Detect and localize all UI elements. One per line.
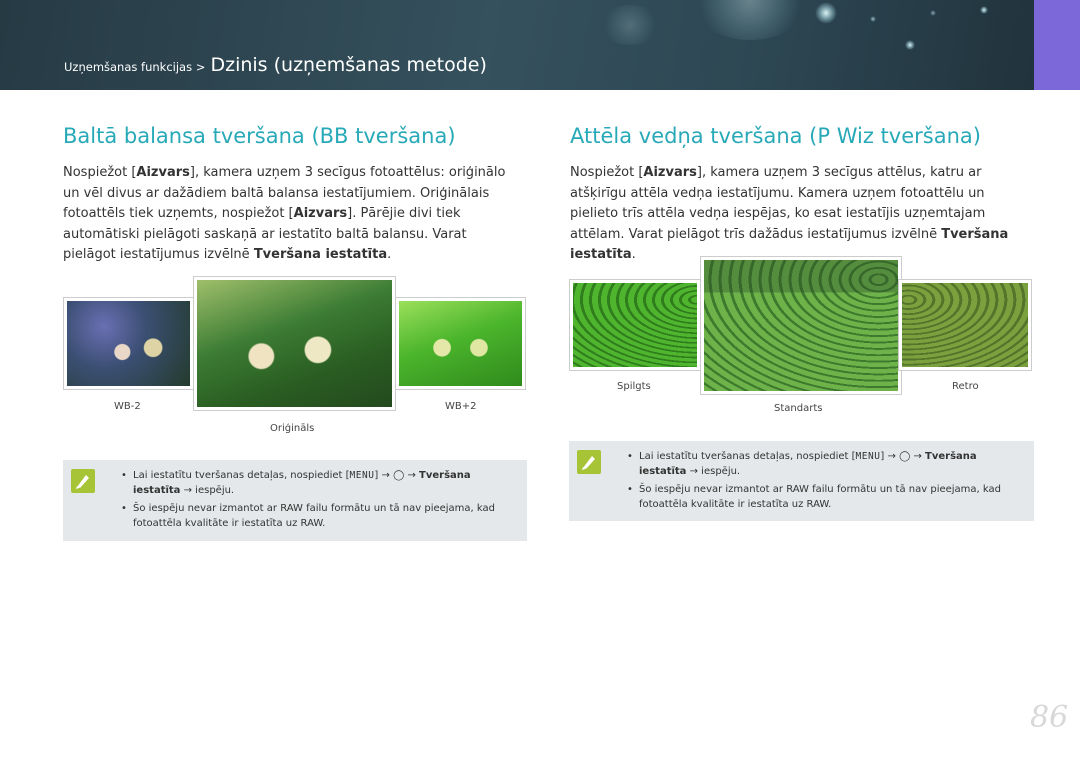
caption-standard: Standarts [774,403,823,414]
page-header: Uzņemšanas funkcijas > Dzinis (uzņemšana… [0,0,1080,90]
note-box-wb: Lai iestatītu tveršanas detaļas, nospied… [63,460,527,541]
chapter-tab[interactable] [1034,0,1080,90]
section-title-wb-bracket: Baltā balansa tveršana (BB tveršana) [63,124,456,148]
note-item: Šo iespēju nevar izmantot ar RAW failu f… [119,501,519,531]
pwiz-bracket-description: Nospiežot [Aizvars], kamera uzņem 3 secī… [570,165,1009,262]
caption-wb-plus: WB+2 [445,401,477,412]
section-title-pwiz-bracket: Attēla vedņa tveršana (P Wiz tveršana) [570,124,981,148]
page-number: 86 [1030,700,1069,735]
note-list: Lai iestatītu tveršanas detaļas, nospied… [119,468,519,534]
photo-wb-plus [395,297,526,390]
photo-retro [898,279,1032,371]
caption-retro: Retro [952,381,979,392]
photo-wb-minus [63,297,194,390]
camera-icon: ◯ [899,451,911,462]
photo-original [193,276,396,411]
note-box-pwiz: Lai iestatītu tveršanas detaļas, nospied… [569,441,1034,521]
note-item: Lai iestatītu tveršanas detaļas, nospied… [119,468,519,498]
photo-vivid [569,279,701,371]
photo-standard [700,256,902,395]
caption-original: Oriģināls [270,423,315,434]
note-item: Šo iespēju nevar izmantot ar RAW failu f… [625,482,1027,512]
breadcrumb-section[interactable]: Uzņemšanas funkcijas > [64,60,205,74]
note-list: Lai iestatītu tveršanas detaļas, nospied… [625,449,1027,515]
caption-vivid: Spilgts [617,381,651,392]
pen-note-icon [577,450,601,474]
wb-bracket-description: Nospiežot [Aizvars], kamera uzņem 3 secī… [63,165,506,262]
camera-icon: ◯ [393,470,405,481]
breadcrumb-current: Dzinis (uzņemšanas metode) [210,54,487,76]
pen-note-icon [71,469,95,493]
note-item: Lai iestatītu tveršanas detaļas, nospied… [625,449,1027,479]
breadcrumb: Uzņemšanas funkcijas > Dzinis (uzņemšana… [64,54,487,76]
caption-wb-minus: WB-2 [114,401,141,412]
